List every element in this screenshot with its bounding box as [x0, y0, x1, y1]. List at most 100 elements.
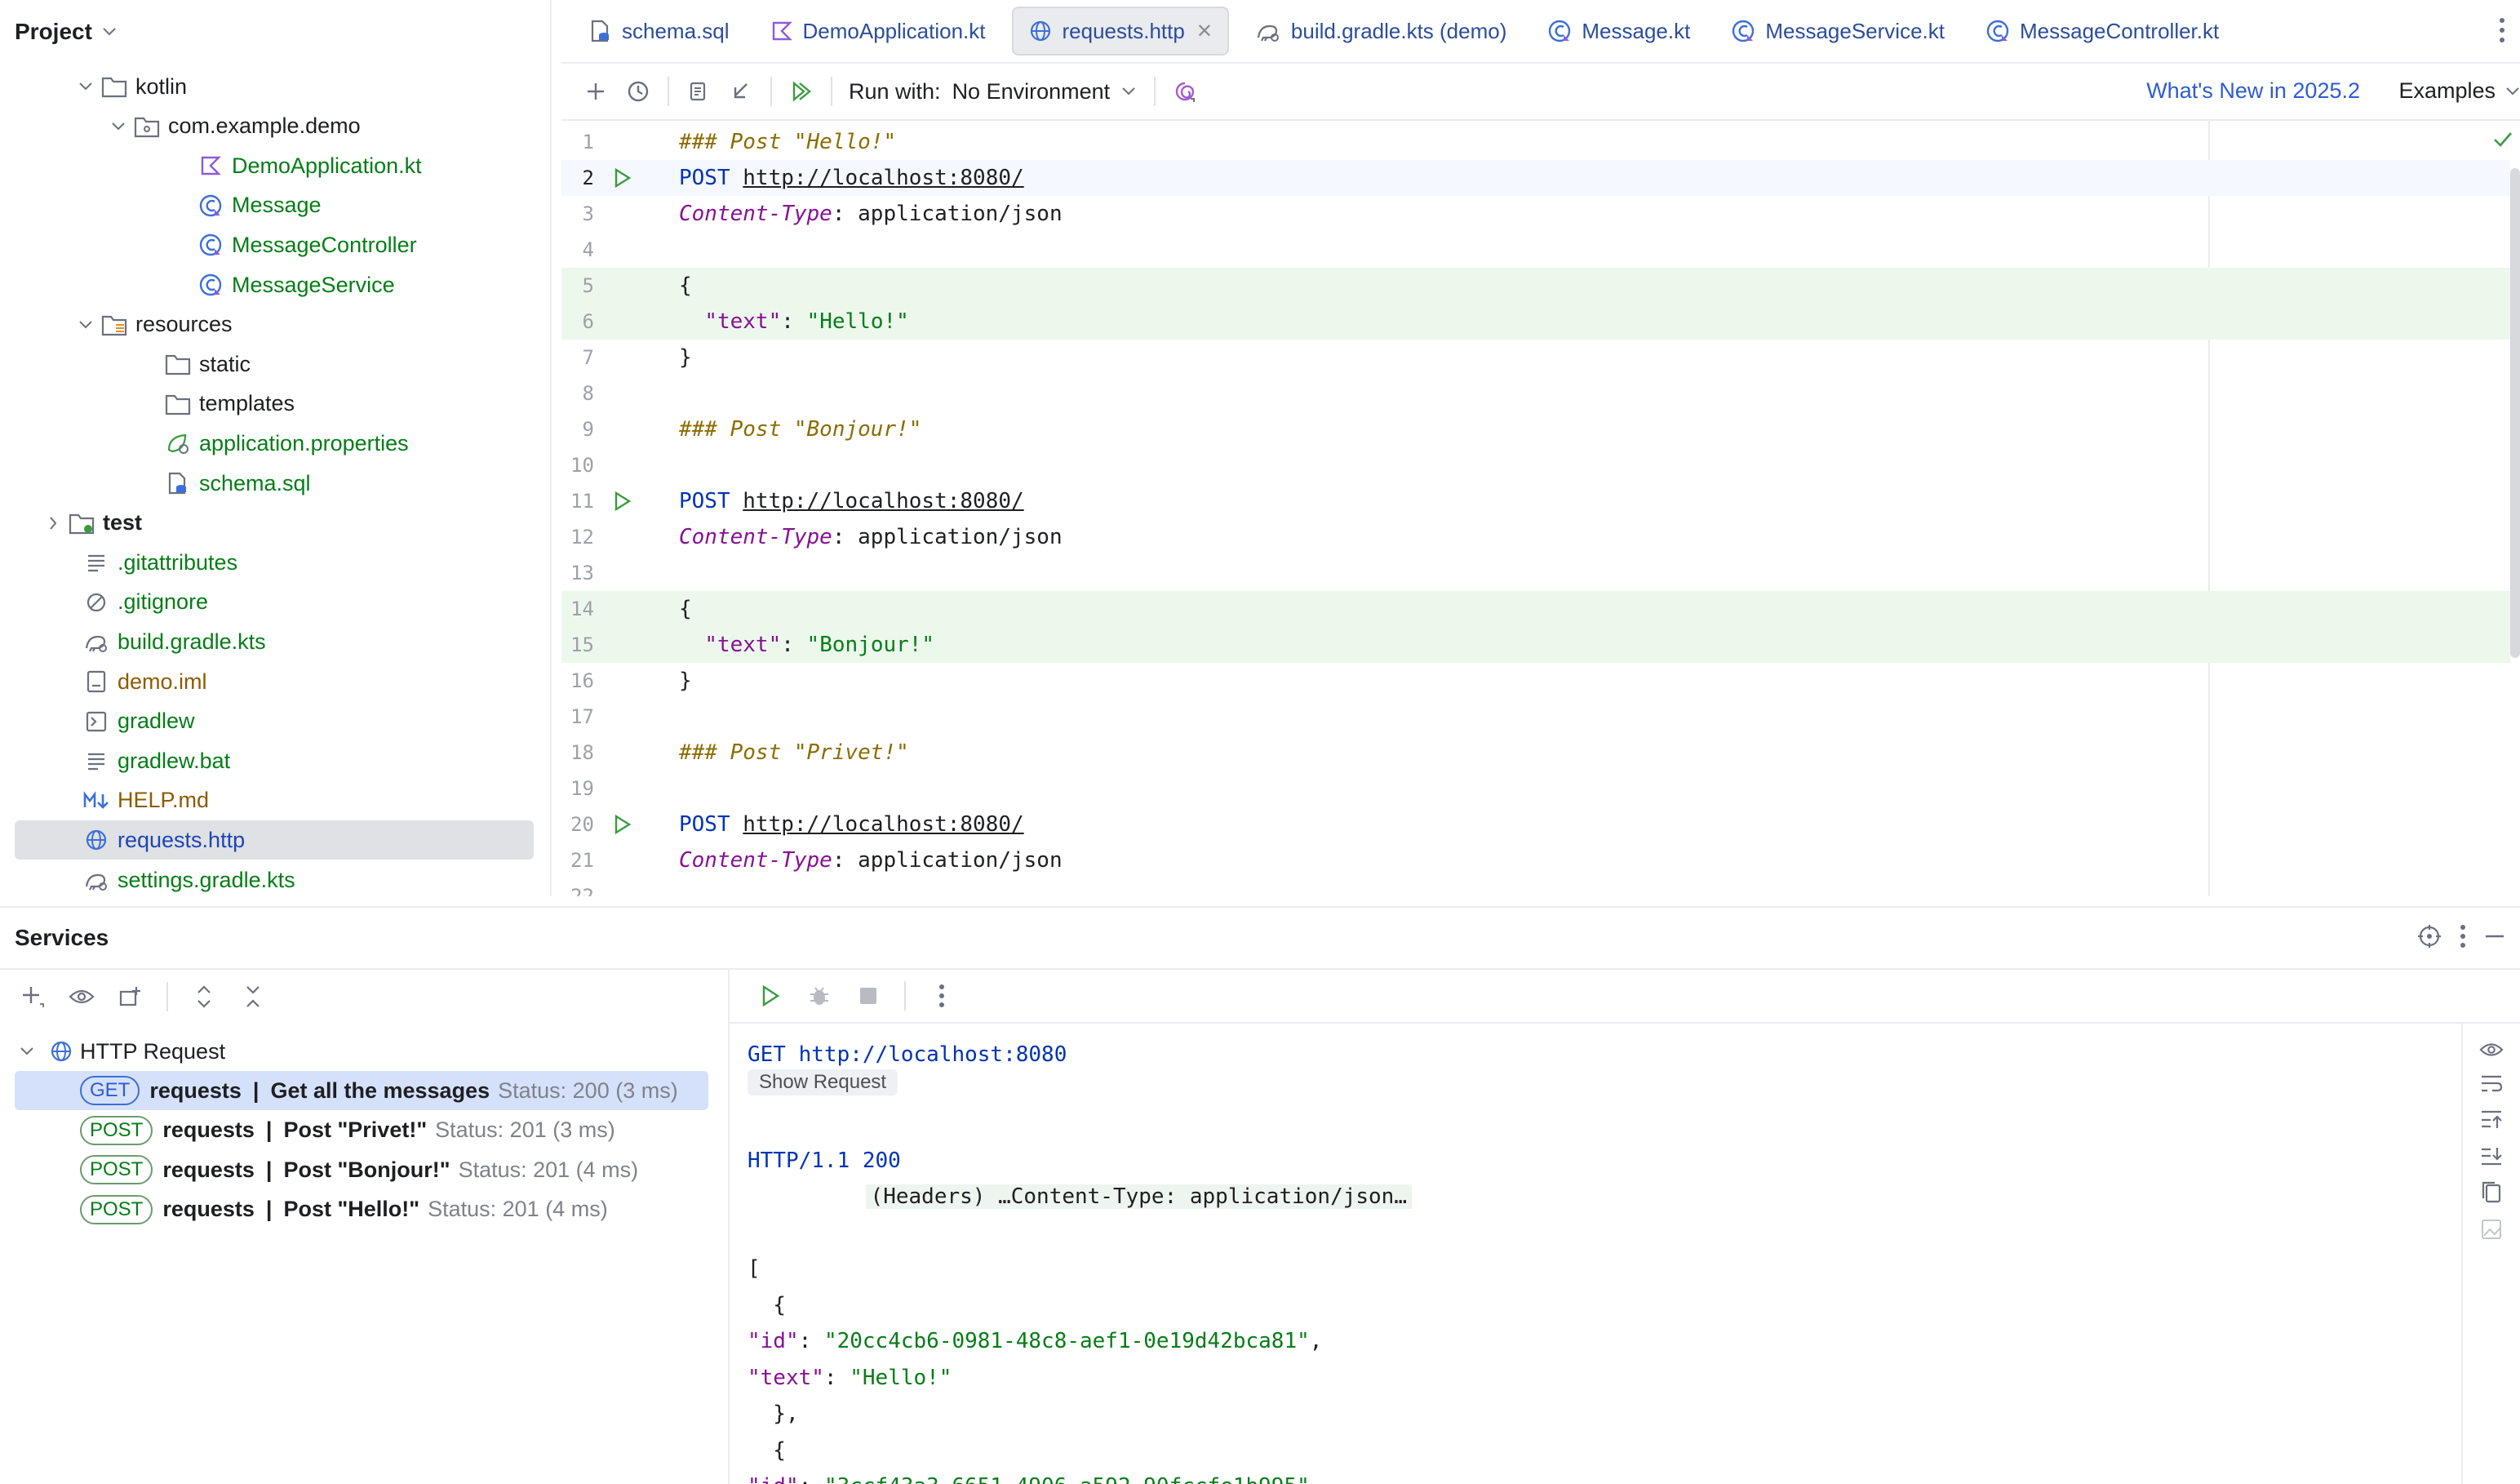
tab-build-gradle-kts-demo[interactable]: build.gradle.kts (demo) [1240, 8, 1521, 54]
chevron-down-icon[interactable] [73, 82, 98, 91]
request-run-item[interactable]: GET requests | Get all the messages Status: … [15, 1071, 708, 1110]
add-icon[interactable] [575, 70, 617, 113]
tree-item-messageservice[interactable]: MessageService [15, 265, 534, 304]
tree-item-test[interactable]: test [15, 504, 534, 543]
more-vertical-icon[interactable] [921, 975, 963, 1017]
code-line[interactable]: 4 [561, 232, 2510, 268]
code-line[interactable]: 2 POST http://localhost:8080/ [561, 160, 2510, 196]
chevron-right-icon[interactable] [41, 516, 65, 531]
code-line[interactable]: 17 [561, 699, 2510, 735]
run-request-icon[interactable] [613, 167, 632, 189]
code-line[interactable]: 7} [561, 340, 2510, 375]
request-run-item[interactable]: POST requests | Post "Bonjour!" Status: 201 … [15, 1150, 708, 1189]
tab-requests-http[interactable]: requests.http ✕ [1011, 7, 1229, 56]
convert-icon[interactable] [677, 70, 720, 113]
code-line[interactable]: 16} [561, 663, 2510, 699]
code-line[interactable]: 13 [561, 555, 2510, 591]
tree-item-help-md[interactable]: HELP.md [15, 781, 534, 820]
tab-demoapplication-kt[interactable]: DemoApplication.kt [756, 8, 1000, 54]
code-line[interactable]: 14 { [561, 591, 2510, 627]
tab-schema-sql[interactable]: schema.sql [575, 8, 744, 54]
code-editor[interactable]: 1 ### Post "Hello!" 2 POST http://localhost… [561, 121, 2520, 896]
new-group-icon[interactable] [109, 975, 152, 1018]
tree-item-message[interactable]: Message [15, 186, 534, 225]
eye-icon[interactable] [60, 975, 103, 1018]
copy-icon[interactable] [2480, 1180, 2503, 1205]
tab-messageservice-kt[interactable]: MessageService.kt [1716, 8, 1959, 54]
show-request-button[interactable]: Show Request [748, 1069, 898, 1095]
chevron-right-icon[interactable] [748, 1140, 864, 1253]
run-request-icon[interactable] [613, 491, 632, 512]
scroll-to-end-icon[interactable] [2479, 1144, 2504, 1167]
tree-item-gitattributes[interactable]: .gitattributes [15, 543, 534, 582]
code-line[interactable]: 21 Content-Type: application/json [561, 842, 2510, 878]
import-icon[interactable] [720, 70, 762, 113]
tree-item-schema-sql[interactable]: schema.sql [15, 464, 534, 503]
tree-item-demoapplication-kt[interactable]: DemoApplication.kt [15, 146, 534, 185]
headers-fold-line[interactable]: (Headers) …Content-Type: application/jso… [748, 1179, 1412, 1215]
tree-item-settings-gradle-kts[interactable]: settings.gradle.kts [15, 860, 534, 900]
environment-select[interactable]: No Environment [952, 79, 1137, 104]
services-root-http-request[interactable]: HTTP Request [15, 1032, 708, 1071]
code-line[interactable]: 12 Content-Type: application/json [561, 519, 2510, 555]
code-line[interactable]: 8 [561, 375, 2510, 411]
tree-item-messagecontroller[interactable]: MessageController [15, 225, 534, 264]
stop-icon[interactable] [847, 975, 890, 1017]
scroll-to-top-icon[interactable] [2479, 1109, 2504, 1131]
add-service-icon[interactable] [11, 975, 54, 1018]
http-client-swirl-icon[interactable] [1164, 70, 1206, 113]
tree-item-application-properties[interactable]: application.properties [15, 424, 534, 463]
tab-messagecontroller-kt[interactable]: MessageController.kt [1971, 8, 2234, 54]
more-vertical-icon[interactable] [2460, 924, 2466, 949]
chevron-down-icon[interactable] [102, 27, 117, 37]
chevron-down-icon[interactable] [73, 320, 98, 330]
more-vertical-icon[interactable] [2499, 16, 2505, 44]
minimize-icon[interactable] [2484, 924, 2505, 949]
code-line[interactable]: 9 ### Post "Bonjour!" [561, 411, 2510, 447]
tree-item-templates[interactable]: templates [15, 384, 534, 424]
tree-item-gitignore[interactable]: .gitignore [15, 583, 534, 622]
request-run-item[interactable]: POST requests | Post "Hello!" Status: 201 (4… [15, 1190, 708, 1229]
run-all-icon[interactable] [780, 70, 823, 113]
code-line[interactable]: 18 ### Post "Privet!" [561, 735, 2510, 771]
tree-item-demo-iml[interactable]: demo.iml [15, 662, 534, 701]
tab-message-kt[interactable]: Message.kt [1533, 8, 1705, 54]
project-header[interactable]: Project [0, 0, 550, 64]
code-line[interactable]: 22 [561, 878, 2510, 896]
tree-item-static[interactable]: static [15, 344, 534, 384]
run-request-icon[interactable] [613, 814, 632, 835]
chevron-down-icon[interactable] [15, 1046, 39, 1056]
history-icon[interactable] [617, 70, 659, 113]
code-line[interactable]: 5{ [561, 268, 2510, 304]
image-icon[interactable] [2480, 1218, 2503, 1241]
headers-fold[interactable]: (Headers) …Content-Type: application/jso… [865, 1184, 1412, 1209]
tree-item-com-example-demo[interactable]: com.example.demo [15, 107, 534, 146]
chevron-down-icon[interactable] [106, 122, 131, 131]
code-line[interactable]: 6 "text": "Hello!" [561, 304, 2510, 340]
request-run-item[interactable]: POST requests | Post "Privet!" Status: 201 (… [15, 1111, 708, 1150]
debug-icon[interactable] [798, 975, 841, 1017]
code-line[interactable]: 1 ### Post "Hello!" [561, 124, 2510, 160]
tree-item-gradlew[interactable]: gradlew [15, 702, 534, 741]
tree-item-kotlin[interactable]: kotlin [15, 67, 534, 106]
locate-icon[interactable] [2417, 924, 2442, 949]
code-line[interactable]: 15 "text": "Bonjour!" [561, 627, 2510, 663]
editor-scrollbar[interactable] [2510, 168, 2520, 658]
tree-item-requests-http[interactable]: requests.http [15, 820, 534, 860]
soft-wrap-icon[interactable] [2479, 1073, 2504, 1095]
code-line[interactable]: 19 [561, 771, 2510, 806]
close-icon[interactable]: ✕ [1196, 20, 1213, 43]
tree-item-build-gradle-kts[interactable]: build.gradle.kts [15, 622, 534, 661]
collapse-all-icon[interactable] [232, 975, 274, 1018]
whats-new-link[interactable]: What's New in 2025.2 [2146, 78, 2360, 104]
code-line[interactable]: 3 Content-Type: application/json [561, 196, 2510, 232]
response-viewer[interactable]: GET http://localhost:8080 Show Request H… [748, 1037, 2455, 1484]
code-line[interactable]: 20 POST http://localhost:8080/ [561, 806, 2510, 842]
tree-item-gradlew-bat[interactable]: gradlew.bat [15, 741, 534, 780]
run-icon[interactable] [749, 975, 792, 1017]
tree-item-resources[interactable]: resources [15, 305, 534, 344]
expand-all-icon[interactable] [183, 975, 225, 1018]
code-line[interactable]: 11 POST http://localhost:8080/ [561, 483, 2510, 519]
code-line[interactable]: 10 [561, 447, 2510, 483]
eye-icon[interactable] [2479, 1040, 2504, 1060]
